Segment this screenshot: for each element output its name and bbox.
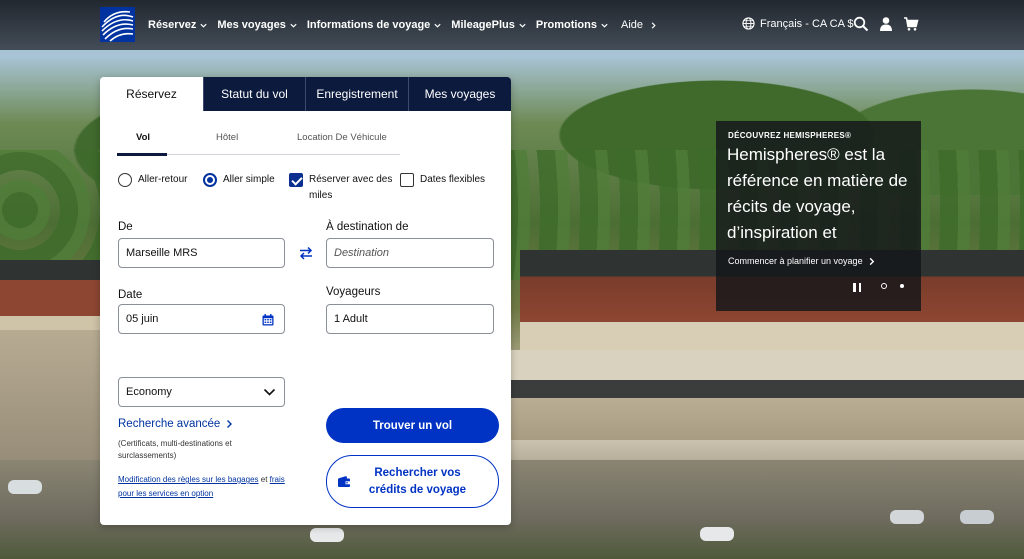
- travelers-label: Voyageurs: [326, 286, 381, 298]
- subtab-vol[interactable]: Vol: [136, 132, 150, 143]
- wallet-icon: [338, 476, 350, 487]
- round-trip-label: Aller-retour: [138, 174, 188, 185]
- baggage-rules-link[interactable]: Modification des règles sur les bagages: [118, 475, 259, 484]
- subtab-hotel[interactable]: Hôtel: [216, 132, 238, 143]
- chevron-right-icon: [651, 21, 656, 29]
- credits-button-label: Rechercher vos crédits de voyage: [368, 466, 467, 496]
- top-navigation-bar: Réservez Mes voyages Informations de voy…: [0, 0, 1024, 50]
- radio-button-selected: [203, 173, 217, 187]
- checkbox-checked: [289, 173, 303, 187]
- chevron-down-icon: [290, 23, 297, 28]
- from-input[interactable]: Marseille MRS: [118, 238, 285, 268]
- nav-item-label: Réservez: [148, 19, 197, 31]
- find-flight-button[interactable]: Trouver un vol: [326, 408, 499, 443]
- globe-icon: [742, 17, 755, 30]
- booking-main-tabs: Réservez Statut du vol Enregistrement Me…: [100, 77, 511, 111]
- baggage-note-connector: et: [258, 475, 270, 484]
- chevron-down-icon: [200, 23, 207, 28]
- car: [890, 510, 924, 524]
- tab-statut-du-vol[interactable]: Statut du vol: [203, 77, 305, 111]
- destination-input[interactable]: Destination: [326, 238, 494, 268]
- nav-item-mes-voyages[interactable]: Mes voyages: [217, 19, 297, 31]
- carousel-dot[interactable]: [900, 284, 904, 288]
- booking-sub-tabs: Vol Hôtel Location De Véhicule: [117, 129, 400, 156]
- subtab-location-vehicule[interactable]: Location De Véhicule: [297, 132, 387, 143]
- language-label: Français - CA CA $: [760, 17, 854, 30]
- date-label: Date: [118, 289, 143, 301]
- date-value: 05 juin: [126, 313, 159, 325]
- travelers-input[interactable]: 1 Adult: [326, 304, 494, 334]
- booking-widget: Réservez Statut du vol Enregistrement Me…: [100, 77, 511, 525]
- search-icon[interactable]: [853, 16, 869, 32]
- promo-cta-link[interactable]: Commencer à planifier un voyage: [728, 256, 876, 266]
- pause-icon: [858, 283, 861, 292]
- nav-item-label: Informations de voyage: [306, 19, 431, 31]
- chevron-down-icon: [519, 23, 526, 28]
- advanced-search-label: Recherche avancée: [118, 418, 221, 430]
- swap-arrows-icon[interactable]: [297, 244, 315, 262]
- baggage-note: Modification des règles sur les bagages …: [118, 473, 293, 501]
- date-input[interactable]: 05 juin: [118, 304, 285, 334]
- nav-item-label: MileagePlus: [451, 19, 515, 31]
- cart-icon[interactable]: [903, 16, 919, 32]
- chevron-down-icon: [434, 23, 441, 28]
- user-icon[interactable]: [878, 16, 894, 32]
- nav-item-promotions[interactable]: Promotions: [536, 19, 609, 31]
- tab-enregistrement[interactable]: Enregistrement: [305, 77, 408, 111]
- hemispheres-promo-panel: DÉCOUVREZ HEMISPHERES® Hemispheres® est …: [716, 121, 921, 311]
- search-travel-credits-button[interactable]: Rechercher vos crédits de voyage: [326, 455, 499, 508]
- book-with-miles-label: Réserver avec des miles: [309, 174, 393, 201]
- nav-item-informations-de-voyage[interactable]: Informations de voyage: [307, 19, 442, 31]
- carousel-dot-active[interactable]: [881, 283, 887, 289]
- flexible-dates-checkbox[interactable]: Dates flexibles: [400, 173, 485, 187]
- checkbox: [400, 173, 414, 187]
- flexible-dates-label: Dates flexibles: [420, 174, 486, 185]
- chevron-right-icon: [227, 420, 233, 428]
- palace-wall: [510, 380, 1024, 440]
- nav-item-label: Mes voyages: [217, 19, 286, 31]
- nav-item-label: Aide: [621, 19, 644, 31]
- tab-reservez[interactable]: Réservez: [100, 77, 203, 111]
- advanced-search-link[interactable]: Recherche avancée: [118, 418, 234, 430]
- promo-cta-label: Commencer à planifier un voyage: [728, 256, 863, 266]
- from-label: De: [118, 221, 133, 233]
- advanced-search-note: (Certificats, multi-destinations et surc…: [118, 439, 232, 460]
- car: [960, 510, 994, 524]
- nav-item-mileageplus[interactable]: MileagePlus: [451, 19, 527, 31]
- car: [700, 527, 734, 541]
- car: [8, 480, 42, 494]
- book-with-miles-checkbox[interactable]: Réserver avec des miles: [289, 173, 394, 204]
- radio-button: [118, 173, 132, 187]
- palace-building-left: [0, 260, 110, 340]
- chevron-down-icon: [601, 23, 608, 28]
- nav-item-reservez[interactable]: Réservez: [148, 19, 208, 31]
- round-trip-radio[interactable]: Aller-retour: [118, 173, 187, 187]
- primary-nav: Réservez Mes voyages Informations de voy…: [148, 0, 667, 50]
- promo-headline: Hemispheres® est la référence en matière…: [727, 145, 908, 242]
- car: [310, 528, 344, 542]
- nav-item-label: Promotions: [535, 19, 597, 31]
- cabin-class-value: Economy: [126, 386, 172, 398]
- chevron-down-icon: [263, 388, 276, 396]
- active-subtab-indicator: [117, 153, 167, 156]
- destination-label: À destination de: [326, 221, 409, 233]
- chevron-right-icon: [869, 257, 874, 265]
- one-way-label: Aller simple: [223, 174, 275, 185]
- carousel-pause-button[interactable]: [853, 283, 861, 292]
- tab-mes-voyages[interactable]: Mes voyages: [408, 77, 511, 111]
- language-selector[interactable]: Français - CA CA $: [742, 17, 854, 30]
- cabin-class-select[interactable]: Economy: [118, 377, 285, 407]
- pause-icon: [853, 283, 856, 292]
- one-way-radio[interactable]: Aller simple: [203, 173, 275, 187]
- promo-eyebrow: DÉCOUVREZ HEMISPHERES®: [728, 131, 852, 140]
- united-globe-logo[interactable]: [100, 7, 135, 42]
- nav-item-aide[interactable]: Aide: [621, 19, 658, 31]
- calendar-icon[interactable]: [262, 314, 274, 326]
